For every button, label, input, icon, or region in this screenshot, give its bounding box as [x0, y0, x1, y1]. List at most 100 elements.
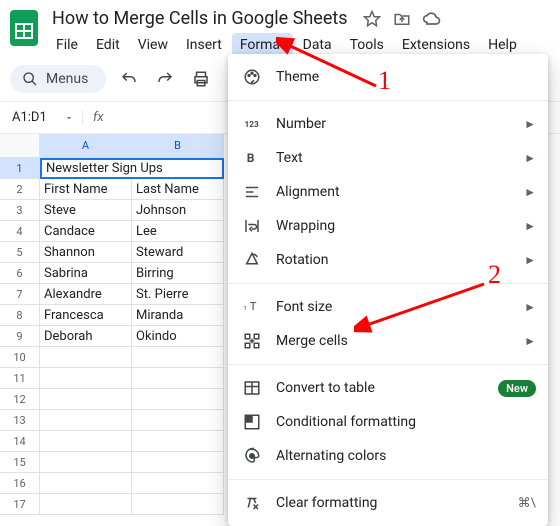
- format-merge-cells[interactable]: Merge cells►: [228, 324, 548, 358]
- menu-edit[interactable]: Edit: [88, 33, 128, 57]
- row-header[interactable]: 16: [0, 473, 40, 494]
- merged-header-cell[interactable]: Newsletter Sign Ups: [40, 158, 224, 179]
- separator: [228, 283, 548, 284]
- format-text[interactable]: BText►: [228, 141, 548, 175]
- move-folder-icon[interactable]: [392, 9, 412, 29]
- row-header[interactable]: 9: [0, 326, 40, 347]
- cell[interactable]: [40, 368, 132, 389]
- cell[interactable]: First Name: [40, 179, 132, 200]
- menu-insert[interactable]: Insert: [178, 33, 230, 57]
- row-header[interactable]: 2: [0, 179, 40, 200]
- name-box[interactable]: A1:D1: [4, 106, 82, 129]
- row-header[interactable]: 10: [0, 347, 40, 368]
- row-header[interactable]: 17: [0, 494, 40, 515]
- format-clear[interactable]: Clear formatting⌘\: [228, 486, 548, 520]
- cell[interactable]: [40, 473, 132, 494]
- cell[interactable]: Steve: [40, 200, 132, 221]
- cell[interactable]: Candace: [40, 221, 132, 242]
- cell[interactable]: [132, 347, 224, 368]
- row-header[interactable]: 15: [0, 452, 40, 473]
- row-header[interactable]: 5: [0, 242, 40, 263]
- cell[interactable]: [40, 410, 132, 431]
- format-rotation[interactable]: Rotation►: [228, 243, 548, 277]
- select-all-corner[interactable]: [0, 134, 40, 158]
- cell[interactable]: Last Name: [132, 179, 224, 200]
- merge-cells-icon: [242, 331, 262, 351]
- cell[interactable]: St. Pierre: [132, 284, 224, 305]
- column-header-a[interactable]: A: [40, 134, 132, 158]
- row-header[interactable]: 7: [0, 284, 40, 305]
- cell[interactable]: Miranda: [132, 305, 224, 326]
- row-header[interactable]: 8: [0, 305, 40, 326]
- cell[interactable]: Johnson: [132, 200, 224, 221]
- sheets-logo: [10, 10, 38, 46]
- star-icon[interactable]: [362, 9, 382, 29]
- format-fontsize[interactable]: тTFont size►: [228, 290, 548, 324]
- clear-format-icon: [242, 493, 262, 513]
- menu-search[interactable]: Menus: [10, 65, 106, 93]
- row-header[interactable]: 6: [0, 263, 40, 284]
- cell[interactable]: Okindo: [132, 326, 224, 347]
- format-number-label: Number: [276, 116, 326, 132]
- format-alignment[interactable]: Alignment►: [228, 175, 548, 209]
- alignment-icon: [242, 182, 262, 202]
- submenu-arrow-icon: ►: [524, 334, 536, 348]
- submenu-arrow-icon: ►: [524, 253, 536, 267]
- undo-button[interactable]: [116, 66, 142, 92]
- format-alignment-label: Alignment: [276, 184, 340, 200]
- format-convert-table[interactable]: Convert to tableNew: [228, 371, 548, 405]
- row-header[interactable]: 1: [0, 158, 40, 179]
- redo-button[interactable]: [152, 66, 178, 92]
- cell[interactable]: [132, 431, 224, 452]
- cell[interactable]: [40, 452, 132, 473]
- cell[interactable]: Birring: [132, 263, 224, 284]
- cell[interactable]: Steward: [132, 242, 224, 263]
- conditional-icon: [242, 412, 262, 432]
- cell[interactable]: [40, 347, 132, 368]
- row-header[interactable]: 11: [0, 368, 40, 389]
- row-header[interactable]: 3: [0, 200, 40, 221]
- cell[interactable]: [132, 452, 224, 473]
- print-button[interactable]: [188, 66, 214, 92]
- cell[interactable]: [132, 494, 224, 515]
- name-box-value: A1:D1: [12, 110, 47, 125]
- menu-view[interactable]: View: [130, 33, 176, 57]
- cell[interactable]: [132, 473, 224, 494]
- submenu-arrow-icon: ►: [524, 151, 536, 165]
- format-number[interactable]: 123Number►: [228, 107, 548, 141]
- row-header[interactable]: 12: [0, 389, 40, 410]
- cell[interactable]: [40, 431, 132, 452]
- row-header[interactable]: 14: [0, 431, 40, 452]
- fontsize-icon: тT: [242, 297, 262, 317]
- cell[interactable]: Deborah: [40, 326, 132, 347]
- cell[interactable]: [132, 389, 224, 410]
- cell[interactable]: [132, 410, 224, 431]
- format-wrapping[interactable]: Wrapping►: [228, 209, 548, 243]
- cell[interactable]: Francesca: [40, 305, 132, 326]
- format-conditional[interactable]: Conditional formatting: [228, 405, 548, 439]
- cell[interactable]: Shannon: [40, 242, 132, 263]
- row-header[interactable]: 13: [0, 410, 40, 431]
- format-alternating[interactable]: Alternating colors: [228, 439, 548, 473]
- cell[interactable]: Alexandre: [40, 284, 132, 305]
- format-dropdown: Theme 123Number► BText► Alignment► Wrapp…: [228, 54, 548, 526]
- row-header[interactable]: 4: [0, 221, 40, 242]
- svg-text:т: т: [244, 305, 247, 312]
- format-fontsize-label: Font size: [276, 299, 332, 315]
- menu-search-label: Menus: [46, 71, 88, 87]
- submenu-arrow-icon: ►: [524, 219, 536, 233]
- table-icon: [242, 378, 262, 398]
- cell[interactable]: [132, 368, 224, 389]
- format-theme[interactable]: Theme: [228, 60, 548, 94]
- fx-label: fx: [82, 110, 114, 125]
- column-header-b[interactable]: B: [132, 134, 224, 158]
- format-conditional-label: Conditional formatting: [276, 414, 416, 430]
- menu-file[interactable]: File: [48, 33, 86, 57]
- cell[interactable]: Lee: [132, 221, 224, 242]
- cell[interactable]: Sabrina: [40, 263, 132, 284]
- new-badge: New: [498, 380, 536, 397]
- cell[interactable]: [40, 494, 132, 515]
- cell[interactable]: [40, 389, 132, 410]
- doc-title[interactable]: How to Merge Cells in Google Sheets: [48, 6, 352, 31]
- cloud-status-icon[interactable]: [422, 9, 442, 29]
